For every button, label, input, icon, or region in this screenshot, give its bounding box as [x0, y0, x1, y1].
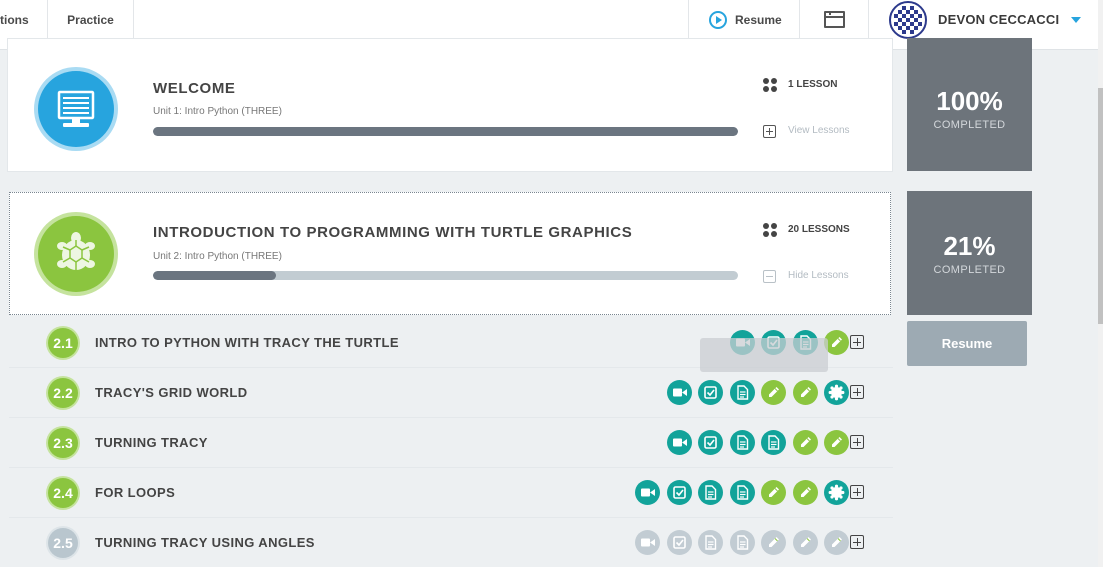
completion-percent: 100%	[936, 86, 1003, 116]
document-icon[interactable]	[729, 380, 755, 405]
completion-label: COMPLETED	[933, 119, 1006, 131]
view-lessons-link[interactable]: View Lessons	[788, 125, 850, 136]
video-icon[interactable]	[635, 530, 660, 555]
play-circle-icon	[709, 11, 727, 29]
unit-subtitle: Unit 1: Intro Python (THREE)	[153, 106, 282, 117]
expand-icon[interactable]	[850, 385, 864, 399]
lesson-number-badge: 2.5	[48, 528, 78, 558]
badge-icon[interactable]	[824, 380, 849, 405]
completion-panel: 100% COMPLETED	[907, 38, 1032, 171]
lesson-title: FOR LOOPS	[95, 485, 176, 500]
lesson-number-badge: 2.4	[48, 478, 78, 508]
lesson-count: 20 LESSONS	[788, 224, 850, 235]
user-name: DEVON CECCACCI	[938, 12, 1060, 27]
unit-progress-bar	[153, 127, 738, 136]
pencil-icon[interactable]	[761, 380, 786, 405]
resume-nav-label: Resume	[735, 13, 782, 27]
expand-icon[interactable]	[850, 485, 864, 499]
unit-subtitle: Unit 2: Intro Python (THREE)	[153, 251, 282, 262]
pencil-icon[interactable]	[792, 480, 818, 505]
pencil-icon[interactable]	[761, 480, 786, 505]
pencil-icon[interactable]	[761, 530, 786, 555]
lesson-row[interactable]: 2.3 TURNING TRACY	[9, 418, 893, 468]
unit-progress-fill	[153, 271, 276, 280]
pencil-icon[interactable]	[792, 530, 818, 555]
expand-icon[interactable]	[850, 435, 864, 449]
lesson-title: TURNING TRACY USING ANGLES	[95, 535, 315, 550]
unit-title: INTRODUCTION TO PROGRAMMING WITH TURTLE …	[153, 224, 633, 241]
monitor-icon	[38, 71, 114, 147]
unit-progress-bar	[153, 271, 738, 280]
scrollbar-thumb[interactable]	[1098, 88, 1103, 324]
lesson-row[interactable]: 2.2 TRACY'S GRID WORLD	[9, 368, 893, 418]
document-icon[interactable]	[698, 530, 723, 555]
document-icon[interactable]	[729, 530, 755, 555]
caret-down-icon	[1071, 17, 1081, 23]
avatar	[889, 1, 927, 39]
pencil-icon[interactable]	[792, 430, 818, 455]
expand-icon[interactable]	[763, 125, 776, 138]
expand-icon[interactable]	[850, 335, 864, 349]
document-icon[interactable]	[761, 430, 786, 455]
video-icon[interactable]	[666, 380, 692, 405]
completion-percent: 21%	[943, 231, 996, 261]
lesson-row[interactable]: 2.5 TURNING TRACY USING ANGLES	[9, 518, 893, 567]
pencil-icon[interactable]	[824, 530, 849, 555]
lesson-title: TURNING TRACY	[95, 435, 208, 450]
completion-label: COMPLETED	[933, 264, 1006, 276]
checkbox-icon[interactable]	[698, 380, 723, 405]
checkbox-icon[interactable]	[666, 530, 692, 555]
badge-icon[interactable]	[824, 480, 849, 505]
hide-lessons-link[interactable]: Hide Lessons	[788, 270, 849, 281]
video-icon[interactable]	[635, 480, 660, 505]
page-scrollbar[interactable]	[1098, 0, 1103, 567]
completion-panel: 21% COMPLETED	[907, 191, 1032, 315]
pencil-icon[interactable]	[792, 380, 818, 405]
lesson-title: INTRO TO PYTHON WITH TRACY THE TURTLE	[95, 335, 399, 350]
checkbox-icon[interactable]	[698, 430, 723, 455]
checkbox-icon[interactable]	[666, 480, 692, 505]
collapse-icon[interactable]	[763, 270, 776, 283]
document-icon[interactable]	[698, 480, 723, 505]
lesson-number-badge: 2.1	[48, 328, 78, 358]
lesson-number-badge: 2.2	[48, 378, 78, 408]
lessons-grid-icon	[763, 78, 777, 92]
unit-title: WELCOME	[153, 80, 236, 97]
lessons-grid-icon	[763, 223, 777, 237]
lesson-title: TRACY'S GRID WORLD	[95, 385, 248, 400]
lesson-row[interactable]: 2.4 FOR LOOPS	[9, 468, 893, 518]
browser-window-icon	[824, 11, 845, 28]
pencil-icon[interactable]	[824, 430, 849, 455]
document-icon[interactable]	[729, 480, 755, 505]
unit-card-turtle-graphics[interactable]: INTRODUCTION TO PROGRAMMING WITH TURTLE …	[9, 192, 891, 315]
turtle-icon	[38, 216, 114, 292]
document-icon[interactable]	[729, 430, 755, 455]
unit-card-welcome: WELCOME Unit 1: Intro Python (THREE) 1 L…	[7, 38, 893, 172]
lesson-count: 1 LESSON	[788, 79, 838, 90]
resume-unit-button[interactable]: Resume	[907, 321, 1027, 366]
expand-icon[interactable]	[850, 535, 864, 549]
lesson-number-badge: 2.3	[48, 428, 78, 458]
unit-progress-fill	[153, 127, 738, 136]
video-icon[interactable]	[666, 430, 692, 455]
activity-tooltip	[700, 338, 828, 372]
